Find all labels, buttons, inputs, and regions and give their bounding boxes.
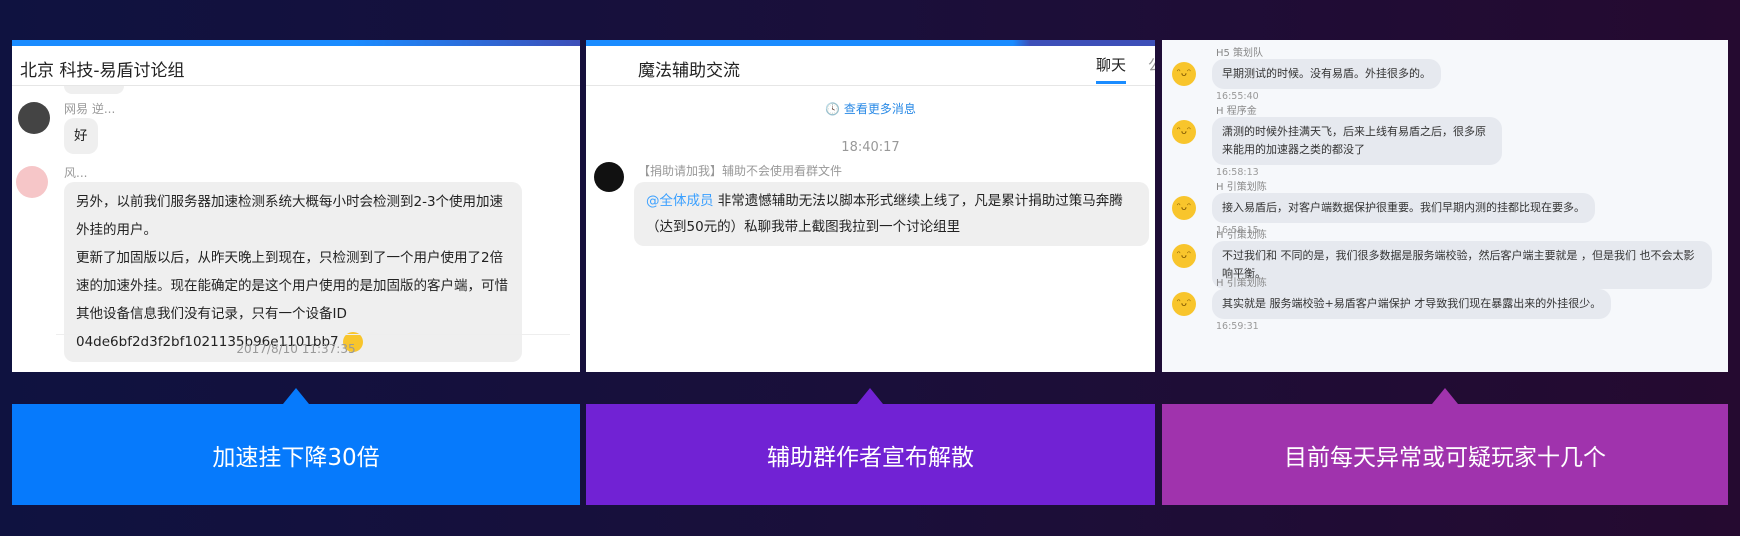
- mention-all[interactable]: @全体成员: [646, 193, 714, 209]
- view-more-messages-link[interactable]: 🕓 查看更多消息: [586, 100, 1155, 117]
- divider: [56, 334, 570, 335]
- pig-avatar: [16, 166, 48, 198]
- sender-name: 网易 逆...: [64, 102, 116, 116]
- list-item: ᵔᴗᵔ H 程序金 潇测的时候外挂满天飞，后来上线有易盾之后，很多原来能用的加速器之…: [1172, 102, 1718, 178]
- caption-1: 加速挂下降30倍: [12, 404, 580, 505]
- smiley-avatar-icon: ᵔᴗᵔ: [1172, 196, 1196, 220]
- caption-2: 辅助群作者宣布解散: [586, 404, 1155, 505]
- time-divider: 18:40:17: [841, 140, 900, 155]
- chat-screenshot-1: 北京 科技-易盾讨论组 网易 逆... 好 风... 另外，以前我们服务器加速检…: [12, 40, 580, 372]
- chat-screenshot-2: 魔法辅助交流 聊天 公 🕓 查看更多消息 18:40:17 【捐助请加我】辅助不…: [586, 40, 1155, 372]
- message-bubble: 好: [64, 118, 98, 154]
- message-line: 更新了加固版以后，从昨天晚上到现在，只检测到了一个用户使用了2倍速的加速外挂。现…: [76, 250, 508, 352]
- caption-3: 目前每天异常或可疑玩家十几个: [1162, 404, 1728, 505]
- tab-chat[interactable]: 聊天: [1096, 54, 1127, 84]
- smiley-avatar-icon: ᵔᴗᵔ: [1172, 244, 1196, 268]
- partial-bubble: [64, 86, 124, 94]
- pointer-triangle: [857, 388, 883, 404]
- chat-title: 北京 科技-易盾讨论组: [12, 46, 580, 86]
- clock-icon: 🕓: [825, 102, 841, 116]
- chat-screenshot-3: ᵔᴗᵔ H5 策划队 早期测试的时候。没有易盾。外挂很多的。 16:55:40 ᵔᴗᵔ…: [1162, 40, 1728, 372]
- list-item: ᵔᴗᵔ H 引策划陈 其实就是 服务端校验+易盾客户端保护 才导致我们现在暴露出来的…: [1172, 274, 1718, 332]
- pointer-triangle: [1432, 388, 1458, 404]
- message-text: 非常遗憾辅助无法以脚本形式继续上线了，凡是累计捐助过策马奔腾（达到50元的）私聊…: [646, 193, 1123, 235]
- smiley-avatar-icon: ᵔᴗᵔ: [1172, 62, 1196, 86]
- message-line: 另外，以前我们服务器加速检测系统大概每小时会检测到2-3个使用加速外挂的用户。: [76, 194, 504, 238]
- sender-name: 风...: [64, 166, 88, 180]
- avatar: [18, 102, 50, 134]
- chat-title: 魔法辅助交流: [586, 46, 1155, 86]
- message-bubble: @全体成员 非常遗憾辅助无法以脚本形式继续上线了，凡是累计捐助过策马奔腾（达到5…: [634, 182, 1149, 246]
- pointer-triangle: [283, 388, 309, 404]
- smiley-avatar-icon: ᵔᴗᵔ: [1172, 292, 1196, 316]
- avatar: [594, 162, 624, 192]
- list-item: ᵔᴗᵔ H5 策划队 早期测试的时候。没有易盾。外挂很多的。 16:55:40: [1172, 44, 1718, 102]
- smiley-avatar-icon: ᵔᴗᵔ: [1172, 120, 1196, 144]
- timestamp: 2017/8/10 11:37:35: [236, 342, 356, 356]
- sender-name: 【捐助请加我】辅助不会使用看群文件: [638, 164, 843, 178]
- message-bubble: 另外，以前我们服务器加速检测系统大概每小时会检测到2-3个使用加速外挂的用户。 …: [64, 182, 522, 362]
- tab-more[interactable]: 公: [1148, 54, 1155, 75]
